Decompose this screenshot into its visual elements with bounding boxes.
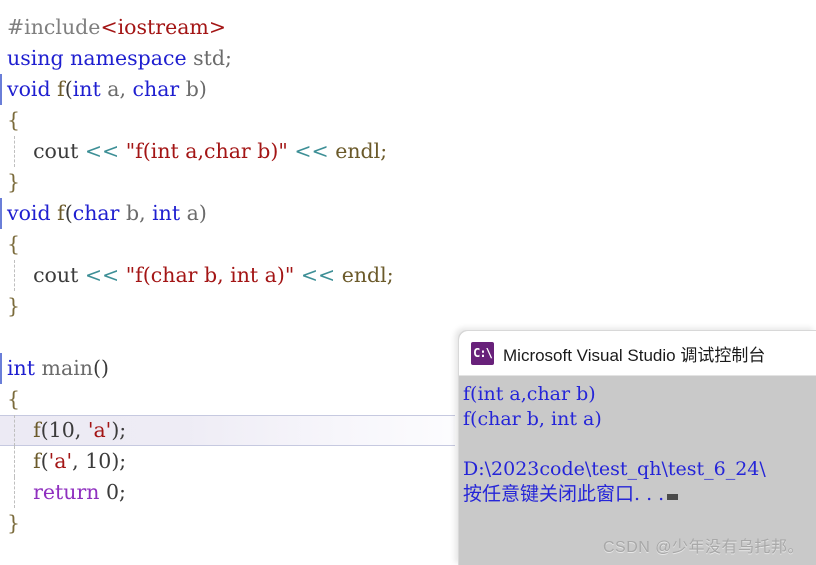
code-token: endl; (335, 263, 394, 287)
code-token: 'a' (87, 418, 112, 442)
code-token: f (33, 449, 41, 473)
code-line-text: void f(int a, char b) (0, 74, 207, 105)
console-output-line: f(char b, int a) (463, 407, 816, 432)
code-token: } (7, 294, 21, 318)
code-token: } (7, 511, 21, 535)
code-token: b, (119, 201, 153, 225)
code-token: { (7, 108, 21, 132)
code-token: #include (7, 15, 101, 39)
code-line[interactable]: using namespace std; (0, 43, 816, 74)
code-token: 10 (85, 449, 112, 473)
console-window-title: Microsoft Visual Studio 调试控制台 (503, 345, 766, 365)
console-window[interactable]: C:\ Microsoft Visual Studio 调试控制台 f(int … (458, 330, 816, 565)
code-line-text: int main() (0, 353, 109, 384)
code-line[interactable]: #include<iostream> (0, 12, 816, 43)
code-line-text: cout << "f(char b, int a)" << endl; (0, 260, 394, 291)
code-line-text: } (0, 508, 20, 539)
console-cursor (667, 494, 679, 500)
console-cpp-icon: C:\ (471, 341, 494, 365)
code-line-text: { (0, 105, 20, 136)
code-line-text: return 0; (0, 477, 126, 508)
console-titlebar[interactable]: C:\ Microsoft Visual Studio 调试控制台 (459, 331, 816, 376)
code-token: } (7, 170, 21, 194)
code-token: () (92, 356, 109, 380)
code-line[interactable]: } (0, 167, 816, 198)
code-token: << (294, 139, 329, 163)
console-output-line: 按任意键关闭此窗口. . . (463, 482, 816, 507)
code-token: 'a' (48, 449, 73, 473)
code-token: f (57, 201, 65, 225)
code-token: { (7, 387, 21, 411)
code-token: a) (180, 201, 207, 225)
code-line-text: { (0, 229, 20, 260)
code-token: << (300, 263, 336, 287)
code-token: ; (119, 480, 126, 504)
code-token: 0 (105, 480, 120, 504)
code-line[interactable]: void f(char b, int a) (0, 198, 816, 229)
code-token: char (72, 201, 120, 225)
code-line[interactable]: } (0, 291, 816, 322)
code-token: int (152, 201, 181, 225)
code-token: ( (64, 77, 73, 101)
console-output-text: D:\2023code\test_qh\test_6_24\ (463, 458, 766, 480)
code-line[interactable]: { (0, 229, 816, 260)
code-token: ( (40, 418, 49, 442)
code-line[interactable]: { (0, 105, 816, 136)
console-output-line: f(int a,char b) (463, 382, 816, 407)
csdn-watermark: CSDN @少年没有乌托邦。 (602, 539, 804, 556)
code-token: char (132, 77, 180, 101)
code-line-text: } (0, 167, 20, 198)
code-token: { (7, 232, 21, 256)
code-line[interactable]: void f(int a, char b) (0, 74, 816, 105)
code-line[interactable]: cout << "f(int a,char b)" << endl; (0, 136, 816, 167)
code-token: a, (100, 77, 133, 101)
console-output-text: f(int a,char b) (463, 383, 596, 405)
code-token: std; (186, 46, 232, 70)
console-output-text: 按任意键关闭此窗口. . . (463, 483, 665, 505)
code-line-text: } (0, 291, 20, 322)
code-token: "f(char b, int a)" (125, 263, 295, 287)
code-token: return (33, 480, 100, 504)
code-token: <iostream> (100, 15, 227, 39)
code-line-text: { (0, 384, 20, 415)
code-token: int (7, 356, 35, 380)
code-line-text: cout << "f(int a,char b)" << endl; (0, 136, 387, 167)
console-output-text: f(char b, int a) (463, 408, 602, 430)
code-token: void (7, 201, 51, 225)
code-line-text: void f(char b, int a) (0, 198, 207, 229)
code-line-text: f(10, 'a'); (0, 415, 126, 446)
code-token: << (84, 263, 120, 287)
code-line-text: #include<iostream> (0, 12, 226, 43)
code-line-text: using namespace std; (0, 43, 232, 74)
console-output-line: D:\2023code\test_qh\test_6_24\ (463, 457, 816, 482)
code-token: b) (179, 77, 207, 101)
code-token: ); (111, 418, 127, 442)
code-token: << (84, 139, 120, 163)
code-token: , (72, 449, 86, 473)
code-token: using namespace (7, 46, 187, 70)
code-line[interactable]: cout << "f(char b, int a)" << endl; (0, 260, 816, 291)
code-token: , (74, 418, 88, 442)
code-token: ( (40, 449, 49, 473)
code-token: main (41, 356, 93, 380)
code-token: "f(int a,char b)" (125, 139, 288, 163)
code-token: cout (7, 263, 85, 287)
code-token: void (7, 77, 51, 101)
code-line-text: f('a', 10); (0, 446, 126, 477)
code-token: endl; (328, 139, 388, 163)
code-token: int (72, 77, 101, 101)
code-token: f (57, 77, 65, 101)
code-token: f (33, 418, 41, 442)
code-token: cout (7, 139, 85, 163)
code-token: 10 (48, 418, 75, 442)
code-token: ( (64, 201, 73, 225)
code-token: ); (111, 449, 127, 473)
